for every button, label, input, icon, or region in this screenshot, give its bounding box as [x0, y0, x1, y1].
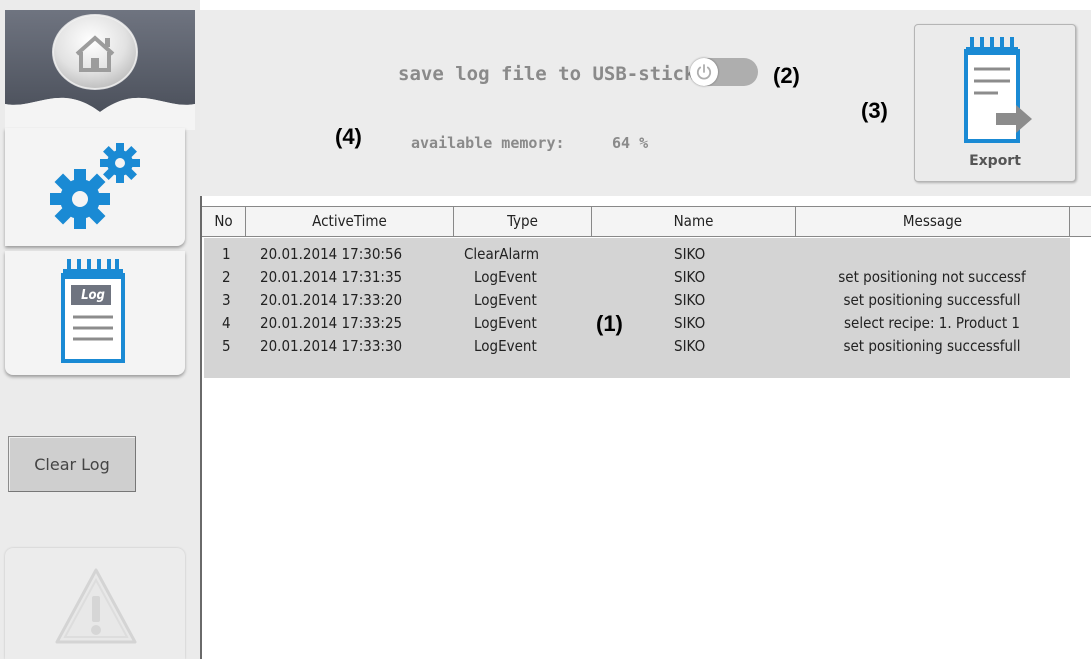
cell-activetime: 20.01.2014 17:30:56: [260, 245, 403, 263]
log-icon-label: Log: [81, 288, 105, 303]
gears-icon: [40, 133, 160, 245]
table-row[interactable]: 1 20.01.2014 17:30:56 ClearAlarm SIKO: [204, 243, 1070, 265]
callout-4: (4): [335, 124, 362, 149]
column-header-name[interactable]: Name: [592, 207, 796, 236]
cell-message: set positioning successfull: [843, 291, 1021, 309]
cell-no: 5: [222, 337, 231, 355]
table-row[interactable]: 4 20.01.2014 17:33:25 LogEvent SIKO sele…: [204, 312, 1070, 334]
cell-name: SIKO: [674, 314, 706, 332]
home-icon: [41, 14, 149, 98]
available-memory-value: 64 %: [612, 134, 649, 152]
cell-type: ClearAlarm: [464, 245, 539, 263]
cell-no: 3: [222, 291, 231, 309]
column-header-no[interactable]: No: [202, 207, 246, 236]
cell-message: select recipe: 1. Product 1: [844, 314, 1020, 332]
table-row[interactable]: 5 20.01.2014 17:33:30 LogEvent SIKO set …: [204, 335, 1070, 357]
cell-name: SIKO: [674, 268, 706, 286]
cell-activetime: 20.01.2014 17:33:20: [260, 291, 403, 309]
cell-name: SIKO: [674, 337, 706, 355]
column-header-message[interactable]: Message: [796, 207, 1070, 236]
cell-type: LogEvent: [474, 314, 537, 332]
clear-log-label: Clear Log: [34, 454, 110, 474]
clear-log-button[interactable]: Clear Log: [8, 436, 136, 492]
cell-no: 4: [222, 314, 231, 332]
cell-activetime: 20.01.2014 17:33:30: [260, 337, 403, 355]
cell-activetime: 20.01.2014 17:31:35: [260, 268, 403, 286]
usb-save-label: save log file to USB-stick: [398, 63, 696, 85]
cell-name: SIKO: [674, 291, 706, 309]
column-header-type[interactable]: Type: [454, 207, 592, 236]
cell-type: LogEvent: [474, 291, 537, 309]
callout-1: (1): [596, 311, 623, 336]
usb-save-toggle[interactable]: [690, 58, 758, 86]
log-table-body: 1 20.01.2014 17:30:56 ClearAlarm SIKO 2 …: [204, 238, 1070, 378]
cell-message: set positioning not successf: [838, 268, 1026, 286]
log-notepad-icon: [57, 255, 133, 371]
sidebar: Log Clear Log: [0, 0, 200, 659]
available-memory-label: available memory:: [411, 134, 565, 152]
callout-3: (3): [861, 98, 888, 123]
cell-type: LogEvent: [474, 337, 537, 355]
log-table-header: No ActiveTime Type Name Message: [202, 206, 1091, 237]
power-icon: [690, 58, 718, 86]
cell-activetime: 20.01.2014 17:33:25: [260, 314, 403, 332]
sidebar-item-settings[interactable]: [5, 128, 185, 246]
table-row[interactable]: 3 20.01.2014 17:33:20 LogEvent SIKO set …: [204, 289, 1070, 311]
cell-no: 2: [222, 268, 231, 286]
export-label: Export: [969, 153, 1021, 169]
table-row[interactable]: 2 20.01.2014 17:31:35 LogEvent SIKO set …: [204, 266, 1070, 288]
export-document-icon: [960, 35, 1040, 149]
cell-message: set positioning successfull: [843, 337, 1021, 355]
column-header-activetime[interactable]: ActiveTime: [246, 207, 454, 236]
sidebar-item-log[interactable]: Log: [5, 251, 185, 375]
cell-message: [804, 243, 1060, 265]
export-button[interactable]: Export: [914, 24, 1076, 182]
cell-no: 1: [222, 245, 231, 263]
home-button[interactable]: [41, 10, 149, 94]
warning-icon: [53, 566, 139, 652]
sidebar-item-alarms[interactable]: [5, 548, 185, 659]
cell-name: SIKO: [674, 245, 706, 263]
sidebar-divider: [200, 195, 202, 659]
cell-type: LogEvent: [474, 268, 537, 286]
callout-2: (2): [773, 63, 800, 88]
